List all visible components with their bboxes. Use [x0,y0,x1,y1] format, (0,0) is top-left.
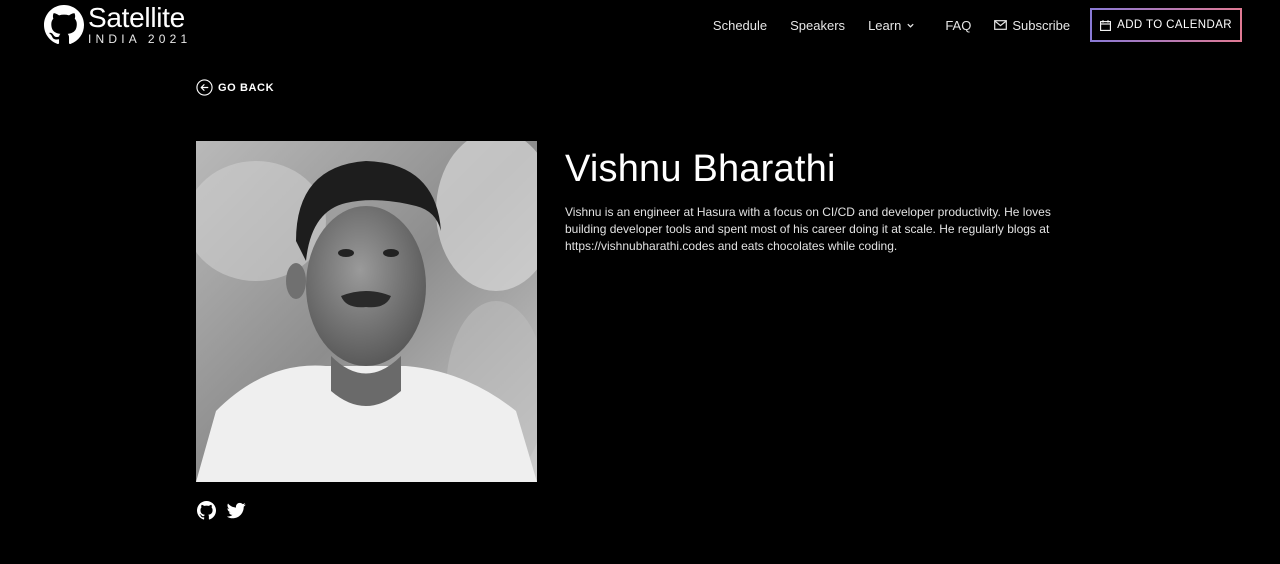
go-back-link[interactable]: GO BACK [196,79,274,96]
add-to-calendar-label: ADD TO CALENDAR [1117,19,1232,31]
nav-subscribe-label: Subscribe [1012,17,1071,33]
logo-subtitle: INDIA 2021 [88,32,192,46]
nav-learn-label: Learn [868,17,902,33]
go-back-label: GO BACK [218,81,275,94]
main-nav: Schedule Speakers Learn FAQ Subscribe AD… [713,0,1242,50]
mail-icon [994,20,1008,30]
logo-title: Satellite [88,2,185,33]
site-header: Satellite INDIA 2021 Schedule Speakers L… [0,0,1280,50]
github-octocat-icon [44,5,84,45]
speaker-bio: Vishnu is an engineer at Hasura with a f… [565,205,1051,253]
arrow-left-circle-icon [196,79,213,96]
github-link[interactable] [197,501,216,520]
nav-subscribe[interactable]: Subscribe [994,18,1070,33]
speaker-page: Satellite INDIA 2021 Schedule Speakers L… [0,0,1280,564]
nav-learn[interactable]: Learn [868,18,915,33]
chevron-down-icon [907,23,914,28]
twitter-icon [226,502,246,519]
add-to-calendar-button[interactable]: ADD TO CALENDAR [1090,8,1242,42]
calendar-icon [1100,19,1112,31]
twitter-link[interactable] [226,501,246,520]
nav-faq[interactable]: FAQ [945,18,971,33]
github-icon [197,501,216,520]
speaker-portrait-image [196,141,537,482]
speaker-socials [197,501,246,520]
logo-text: Satellite INDIA 2021 [88,4,191,46]
site-logo[interactable]: Satellite INDIA 2021 [44,4,191,46]
nav-speakers[interactable]: Speakers [790,18,845,33]
nav-schedule[interactable]: Schedule [713,18,767,33]
speaker-photo [196,141,537,482]
speaker-name: Vishnu Bharathi [565,148,836,190]
